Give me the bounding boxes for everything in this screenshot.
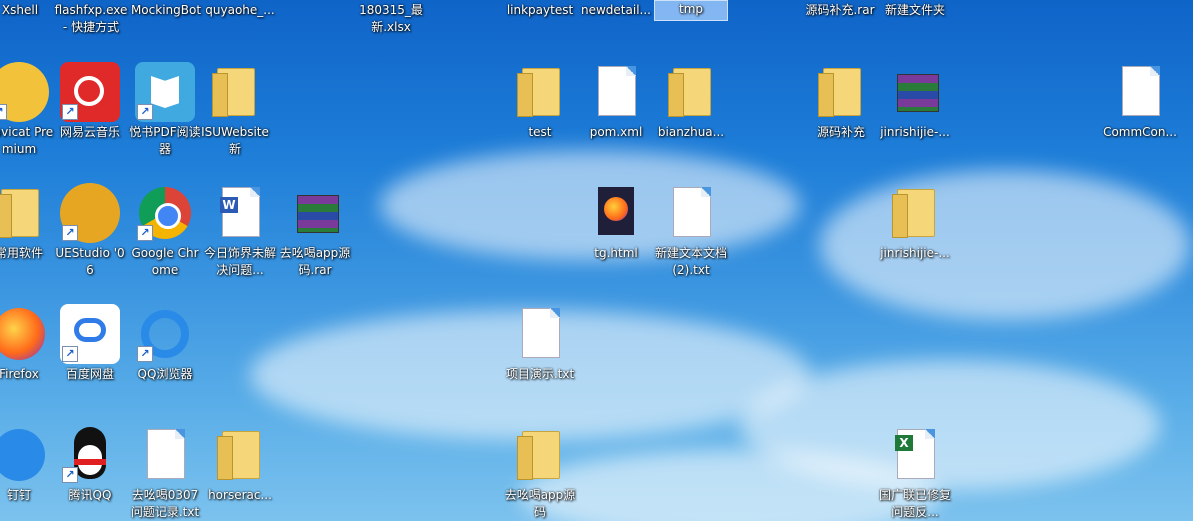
desktop-icon-horserac[interactable]: horserac...: [203, 425, 277, 504]
desktop-icon-new-text-doc[interactable]: 新建文本文档 (2).txt: [654, 183, 728, 279]
desktop-icon-label: 网易云音乐: [59, 125, 120, 139]
desktop-icon-quyaohe-rar[interactable]: 去吆喝app源码.rar: [278, 183, 352, 279]
dingtalk-icon: [0, 425, 49, 485]
desktop-icon-tmp[interactable]: tmp: [654, 0, 728, 21]
desktop-icon-label: 悦书PDF阅读器: [129, 125, 201, 156]
uestudio-icon: ↗: [60, 183, 120, 243]
desktop-icon-common-software[interactable]: 常用软件: [0, 183, 56, 262]
cloud: [820, 170, 1190, 320]
file-icon: [135, 425, 195, 485]
desktop-icon-linkpaytest[interactable]: linkpaytest: [503, 2, 577, 19]
desktop-icon-label: CommCon...: [1103, 125, 1177, 139]
firefox-icon: [0, 304, 49, 364]
desktop-icon-chrome[interactable]: ↗ Google Chrome: [128, 183, 202, 279]
desktop-icon-flashfxp[interactable]: flashfxp.exe - 快捷方式: [52, 2, 130, 36]
desktop-icon-source-rar[interactable]: 源码补充.rar: [800, 2, 880, 19]
desktop-icon-label: 今日饰界未解决问题...: [203, 246, 276, 277]
file-icon: [1110, 62, 1170, 122]
baidu-netdisk-icon: ↗: [60, 304, 120, 364]
desktop-icon-label: 百度网盘: [65, 367, 114, 381]
netease-music-icon: ↗: [60, 62, 120, 122]
desktop-icon-label: 去吆喝app源码: [504, 488, 576, 519]
desktop-icon-navicat[interactable]: ↗ Navicat Premium: [0, 62, 56, 158]
desktop-icon-quyaohe[interactable]: quyaohe_...: [204, 2, 276, 19]
desktop-icon-label: pom.xml: [589, 125, 643, 139]
desktop-icon-mockingbot[interactable]: MockingBot: [128, 2, 204, 19]
rar-icon: [885, 62, 945, 122]
desktop-icon-source-folder[interactable]: 源码补充: [804, 62, 878, 141]
desktop-icon-label: 去吆喝app源码.rar: [279, 246, 351, 277]
navicat-icon: ↗: [0, 62, 49, 122]
desktop-icon-uestudio[interactable]: ↗ UEStudio '06: [53, 183, 127, 279]
desktop-icon-issue-record[interactable]: 去吆喝0307问题记录.txt: [128, 425, 202, 521]
word-doc-icon: W: [210, 183, 270, 243]
desktop-icon-label: Google Chrome: [131, 246, 199, 277]
desktop-icon-tg-html[interactable]: tg.html: [579, 183, 653, 262]
desktop-icon-quyaohe-source[interactable]: 去吆喝app源码: [503, 425, 577, 521]
desktop-icon-baidu-netdisk[interactable]: ↗ 百度网盘: [53, 304, 127, 383]
desktop-icon-excel-report[interactable]: X 国广联已修复问题反...: [878, 425, 952, 521]
desktop-icon-jinrishijie-folder[interactable]: jinrishijie-...: [878, 183, 952, 262]
desktop-icon-label: 国广联已修复问题反...: [878, 488, 951, 519]
desktop-icon-isuwebsite[interactable]: ISUWebsite新: [198, 62, 272, 158]
desktop-icon-dingtalk[interactable]: 钉钉: [0, 425, 56, 504]
desktop-icon-label: test: [528, 125, 552, 139]
desktop-icon-label: ISUWebsite新: [201, 125, 269, 156]
folder-icon: [885, 183, 945, 243]
folder-icon: [210, 425, 270, 485]
desktop-icon-label: horserac...: [208, 488, 272, 502]
desktop-icon-pom-xml[interactable]: pom.xml: [579, 62, 653, 141]
desktop-icon-label: 常用软件: [0, 246, 43, 260]
folder-icon: [811, 62, 871, 122]
desktop-icon-newdetail[interactable]: newdetail...: [579, 2, 653, 19]
file-icon: [661, 183, 721, 243]
desktop-icon-project-demo[interactable]: 项目演示.txt: [503, 304, 577, 383]
desktop-icon-label: 新建文本文档 (2).txt: [654, 246, 727, 277]
qq-browser-icon: ↗: [135, 304, 195, 364]
rar-icon: [285, 183, 345, 243]
desktop-icon-word-doc[interactable]: W 今日饰界未解决问题...: [203, 183, 277, 279]
desktop-icon-netease-music[interactable]: ↗ 网易云音乐: [53, 62, 127, 141]
desktop-icon-label: 源码补充: [816, 125, 865, 139]
desktop-icon-test-folder[interactable]: test: [503, 62, 577, 141]
desktop-icon-label: UEStudio '06: [55, 246, 125, 277]
desktop-icon-bianzhua[interactable]: bianzhua...: [654, 62, 728, 141]
folder-icon: [205, 62, 265, 122]
desktop-icon-label: bianzhua...: [657, 125, 725, 139]
firefox-file-icon: [586, 183, 646, 243]
desktop-icon-pdf-reader[interactable]: ↗ 悦书PDF阅读器: [128, 62, 202, 158]
desktop-icon-qq-browser[interactable]: ↗ QQ浏览器: [128, 304, 202, 383]
desktop-icon-firefox[interactable]: Firefox: [0, 304, 56, 383]
desktop-icon-label: jinrishijie-...: [880, 246, 950, 260]
desktop-icon-label: Firefox: [0, 367, 39, 381]
desktop-icon-new-folder[interactable]: 新建文件夹: [878, 2, 952, 19]
file-icon: [586, 62, 646, 122]
folder-icon: [0, 183, 49, 243]
desktop-icon-label: jinrishijie-...: [880, 125, 950, 139]
folder-icon: [661, 62, 721, 122]
folder-icon: [510, 62, 570, 122]
desktop-icon-label: 钉钉: [6, 488, 31, 502]
desktop-icon-label: 腾讯QQ: [68, 488, 112, 502]
desktop-icon-xshell[interactable]: Xshell: [0, 2, 40, 19]
desktop-icon-label: 去吆喝0307问题记录.txt: [130, 488, 200, 519]
pdf-reader-icon: ↗: [135, 62, 195, 122]
qq-icon: ↗: [60, 425, 120, 485]
desktop-icon-xlsx-file[interactable]: 180315_最新.xlsx: [354, 2, 428, 36]
desktop-icon-label: tg.html: [594, 246, 638, 260]
file-icon: [510, 304, 570, 364]
desktop-icon-label: 项目演示.txt: [505, 367, 575, 381]
folder-icon: [510, 425, 570, 485]
desktop-icon-jinrishijie-rar[interactable]: jinrishijie-...: [878, 62, 952, 141]
desktop-icon-label: QQ浏览器: [137, 367, 193, 381]
desktop-icon-label: Navicat Premium: [0, 125, 54, 156]
chrome-icon: ↗: [135, 183, 195, 243]
desktop-icon-qq[interactable]: ↗ 腾讯QQ: [53, 425, 127, 504]
excel-icon: X: [885, 425, 945, 485]
desktop-icon-commcon[interactable]: CommCon...: [1103, 62, 1177, 141]
